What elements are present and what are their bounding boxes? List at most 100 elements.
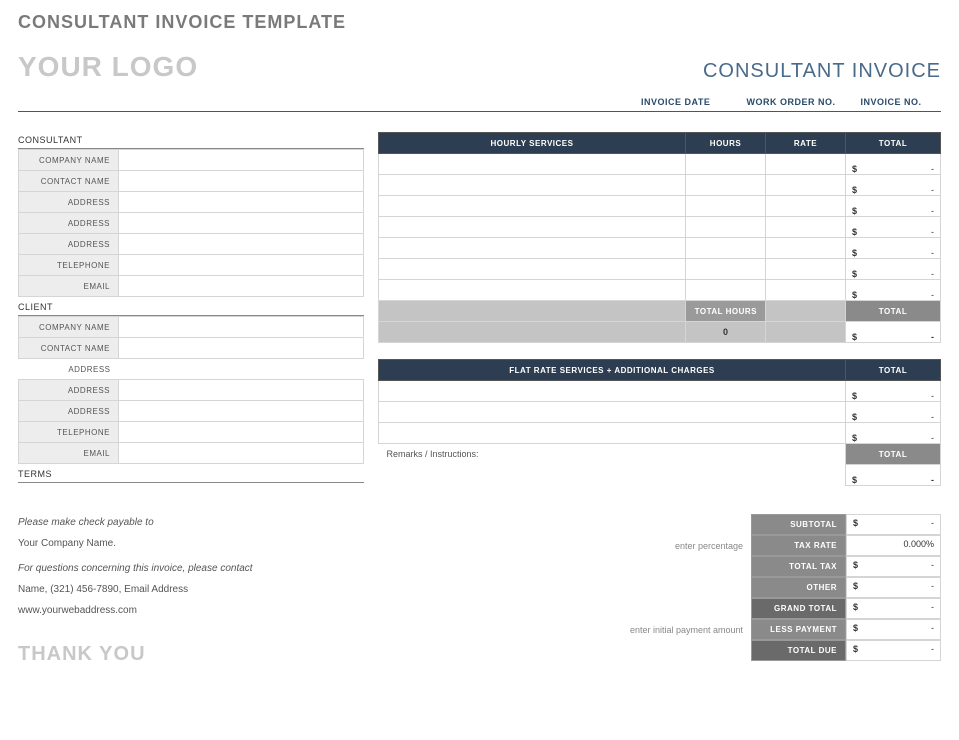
footer-left: Please make check payable to Your Compan… [18, 514, 438, 671]
hourly-row: $- [379, 280, 941, 301]
flat-service-cell[interactable] [379, 381, 846, 402]
doc-type: CONSULTANT INVOICE [703, 60, 941, 83]
client-header: CLIENT [18, 299, 364, 316]
meta-work-order: WORK ORDER NO. [741, 97, 841, 107]
summary-hint [571, 577, 751, 598]
total-hours-label: TOTAL HOURS [686, 301, 766, 322]
hourly-col-total: TOTAL [846, 133, 941, 154]
client-contact-label: CONTACT NAME [19, 338, 119, 359]
summary-value[interactable]: $- [846, 577, 941, 598]
hourly-hours-cell[interactable] [686, 154, 766, 175]
summary-hint [571, 640, 751, 661]
consultant-header: CONSULTANT [18, 132, 364, 149]
summary-label: TAX RATE [751, 535, 846, 556]
summary-row-other: OTHER $- [571, 577, 941, 598]
hourly-totals-row: TOTAL HOURS TOTAL [379, 301, 941, 322]
flat-row: $- [379, 381, 941, 402]
flat-col-total: TOTAL [846, 360, 941, 381]
hourly-row: $- [379, 259, 941, 280]
company-name-line: Your Company Name. [18, 535, 438, 552]
consultant-address2-label: ADDRESS [19, 213, 119, 234]
client-address2-label: ADDRESS [19, 380, 119, 401]
summary-value: $- [846, 556, 941, 577]
summary-row-subtotal: SUBTOTAL $- [571, 514, 941, 535]
consultant-telephone-label: TELEPHONE [19, 255, 119, 276]
hourly-grand-total: $- [846, 322, 941, 343]
hourly-services-table: HOURLY SERVICES HOURS RATE TOTAL $- $- $… [378, 132, 941, 343]
flat-total-label: TOTAL [846, 444, 941, 465]
flat-rate-table: FLAT RATE SERVICES + ADDITIONAL CHARGES … [378, 359, 941, 486]
thank-you: THANK YOU [18, 637, 438, 671]
summary-value: $- [846, 514, 941, 535]
summary-hint: enter initial payment amount [571, 619, 751, 640]
summary-value[interactable]: 0.000% [846, 535, 941, 556]
web-line: www.yourwebaddress.com [18, 602, 438, 619]
client-email-label: EMAIL [19, 443, 119, 464]
consultant-company-label: COMPANY NAME [19, 150, 119, 171]
consultant-address1-value[interactable] [119, 192, 364, 213]
hourly-row: $- [379, 154, 941, 175]
total-hours-value: 0 [686, 322, 766, 343]
client-address1-label: ADDRESS [19, 359, 119, 380]
summary-label: GRAND TOTAL [751, 598, 846, 619]
summary-hint: enter percentage [571, 535, 751, 556]
flat-total-cell: $- [846, 381, 941, 402]
consultant-contact-value[interactable] [119, 171, 364, 192]
header-row: YOUR LOGO CONSULTANT INVOICE [18, 51, 941, 83]
client-telephone-value[interactable] [119, 422, 364, 443]
hourly-totals-values: 0 $- [379, 322, 941, 343]
hourly-service-cell[interactable] [379, 154, 686, 175]
summary-table: SUBTOTAL $- enter percentage TAX RATE 0.… [571, 514, 941, 661]
summary-row-grandtotal: GRAND TOTAL $- [571, 598, 941, 619]
meta-invoice-no: INVOICE NO. [841, 97, 941, 107]
consultant-address3-value[interactable] [119, 234, 364, 255]
client-company-value[interactable] [119, 317, 364, 338]
summary-value: $- [846, 598, 941, 619]
summary-hint [571, 556, 751, 577]
summary-label: SUBTOTAL [751, 514, 846, 535]
consultant-telephone-value[interactable] [119, 255, 364, 276]
invoice-meta-row: INVOICE DATE WORK ORDER NO. INVOICE NO. [18, 97, 941, 112]
hourly-row: $- [379, 217, 941, 238]
page-title: CONSULTANT INVOICE TEMPLATE [18, 12, 941, 33]
hourly-row: $- [379, 238, 941, 259]
client-contact-value[interactable] [119, 338, 364, 359]
hourly-row: $- [379, 196, 941, 217]
hourly-rate-cell[interactable] [766, 154, 846, 175]
client-email-value[interactable] [119, 443, 364, 464]
client-table: COMPANY NAME CONTACT NAME ADDRESS ADDRES… [18, 316, 364, 464]
flat-total-value-row: $- [379, 465, 941, 486]
hourly-col-services: HOURLY SERVICES [379, 133, 686, 154]
client-address1-value[interactable] [119, 359, 364, 380]
client-telephone-label: TELEPHONE [19, 422, 119, 443]
consultant-address2-value[interactable] [119, 213, 364, 234]
client-address3-value[interactable] [119, 401, 364, 422]
summary-row-taxrate: enter percentage TAX RATE 0.000% [571, 535, 941, 556]
summary-label: TOTAL TAX [751, 556, 846, 577]
client-company-label: COMPANY NAME [19, 317, 119, 338]
summary-hint [571, 514, 751, 535]
flat-total-row: Remarks / Instructions: TOTAL [379, 444, 941, 465]
hourly-total-cell: $- [846, 154, 941, 175]
hourly-col-rate: RATE [766, 133, 846, 154]
summary-value: $- [846, 640, 941, 661]
flat-row: $- [379, 402, 941, 423]
contact-line: Name, (321) 456-7890, Email Address [18, 581, 438, 598]
consultant-address3-label: ADDRESS [19, 234, 119, 255]
consultant-table: COMPANY NAME CONTACT NAME ADDRESS ADDRES… [18, 149, 364, 297]
logo-placeholder: YOUR LOGO [18, 51, 198, 83]
consultant-email-label: EMAIL [19, 276, 119, 297]
flat-row: $- [379, 423, 941, 444]
client-address2-value[interactable] [119, 380, 364, 401]
consultant-company-value[interactable] [119, 150, 364, 171]
summary-row-totaldue: TOTAL DUE $- [571, 640, 941, 661]
payable-hint: Please make check payable to [18, 514, 438, 531]
summary-row-totaltax: TOTAL TAX $- [571, 556, 941, 577]
flat-grand-total: $- [846, 465, 941, 486]
consultant-email-value[interactable] [119, 276, 364, 297]
summary-value[interactable]: $- [846, 619, 941, 640]
summary-hint [571, 598, 751, 619]
flat-col-services: FLAT RATE SERVICES + ADDITIONAL CHARGES [379, 360, 846, 381]
consultant-address1-label: ADDRESS [19, 192, 119, 213]
summary-label: LESS PAYMENT [751, 619, 846, 640]
